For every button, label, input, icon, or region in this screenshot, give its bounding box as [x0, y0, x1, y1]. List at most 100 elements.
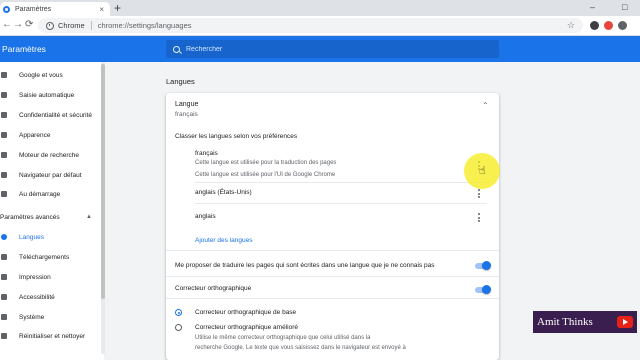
divider	[166, 298, 499, 299]
omnibox-chrome-label: Chrome	[58, 21, 85, 30]
wrench-icon	[1, 314, 7, 320]
spellcheck-toggle[interactable]	[475, 285, 491, 294]
radio-description: Utilise le même correcteur orthographiqu…	[195, 335, 371, 341]
card-title: Langue	[175, 101, 199, 108]
search-icon	[173, 45, 180, 53]
palette-icon	[1, 132, 7, 138]
back-button[interactable]: ←	[2, 18, 12, 32]
profile-avatar[interactable]	[618, 21, 627, 30]
language-name: anglais (États-Unis)	[195, 189, 252, 196]
new-tab-button[interactable]: +	[114, 1, 121, 15]
sidebar-advanced-label: Paramètres avancés	[0, 213, 60, 221]
sidebar-item-accessibility[interactable]: Accessibilité	[0, 290, 104, 304]
settings-favicon-icon	[3, 5, 10, 13]
add-languages-button[interactable]: Ajouter des langues	[195, 237, 252, 244]
languages-card: Langue français ⌃ Classer les langues se…	[166, 93, 499, 360]
radio-label: Correcteur orthographique amélioré	[195, 324, 298, 331]
reset-icon	[1, 333, 7, 339]
search-icon	[1, 152, 7, 158]
more-options-icon[interactable]	[478, 189, 480, 200]
tab-title: Paramètres	[15, 5, 52, 13]
globe-icon	[1, 234, 7, 240]
sidebar-item-search-engine[interactable]: Moteur de recherche	[0, 148, 104, 162]
youtube-play-icon	[617, 316, 633, 328]
chevron-up-icon[interactable]: ⌃	[482, 101, 489, 110]
section-title: Langues	[166, 77, 195, 86]
scrollbar-thumb[interactable]	[101, 64, 105, 299]
forward-button[interactable]: →	[13, 18, 23, 32]
sidebar-item-appearance[interactable]: Apparence	[0, 128, 104, 142]
radio-label: Correcteur orthographique de base	[195, 309, 297, 316]
current-language: français	[175, 111, 198, 118]
tab-settings[interactable]: Paramètres ×	[0, 2, 110, 16]
sidebar-item-reset[interactable]: Réinitialiser et nettoyer	[0, 329, 104, 343]
tab-strip: Paramètres × + – □	[0, 0, 640, 16]
sidebar-item-label: Google et vous	[19, 71, 63, 79]
sidebar-advanced-toggle[interactable]: Paramètres avancés ▲	[0, 210, 104, 224]
tab-close-icon[interactable]: ×	[99, 5, 104, 14]
sidebar-item-label: Langues	[19, 233, 44, 241]
sidebar-item-system[interactable]: Système	[0, 310, 104, 324]
sidebar-item-label: Accessibilité	[19, 293, 55, 301]
divider	[195, 182, 487, 183]
sidebar-item-label: Navigateur par défaut	[19, 171, 82, 179]
sidebar-item-label: Système	[19, 313, 45, 321]
settings-search[interactable]	[166, 40, 499, 58]
sidebar-item-label: Impression	[19, 273, 51, 281]
printer-icon	[1, 274, 7, 280]
browser-toolbar: ← → ⟳ Chrome chrome://settings/languages…	[0, 16, 640, 36]
sidebar-item-google[interactable]: Google et vous	[0, 68, 104, 82]
translate-offer-toggle[interactable]	[475, 261, 491, 270]
divider	[166, 250, 499, 251]
sidebar-item-label: Apparence	[19, 131, 51, 139]
radio-description: recherche Google. Le texte que vous sais…	[195, 345, 406, 351]
sidebar-item-startup[interactable]: Au démarrage	[0, 187, 104, 201]
divider	[166, 276, 499, 277]
sidebar-item-label: Confidentialité et sécurité	[19, 111, 92, 119]
sidebar-item-autofill[interactable]: Saisie automatique	[0, 88, 104, 102]
sidebar-item-privacy[interactable]: Confidentialité et sécurité	[0, 108, 104, 122]
enhanced-spellcheck-radio[interactable]	[175, 324, 182, 331]
bookmark-star-icon[interactable]: ☆	[567, 20, 575, 31]
clipboard-icon	[1, 92, 7, 98]
sort-languages-label: Classer les langues selon vos préférence…	[175, 133, 298, 140]
basic-spellcheck-radio[interactable]	[175, 309, 182, 316]
hand-cursor-icon: ☝	[479, 165, 486, 177]
sidebar-item-printing[interactable]: Impression	[0, 270, 104, 284]
sidebar-item-label: Au démarrage	[19, 190, 61, 198]
person-icon	[1, 72, 7, 78]
accessibility-icon	[1, 294, 7, 300]
maximize-button[interactable]: □	[622, 0, 627, 14]
reload-button[interactable]: ⟳	[25, 18, 33, 32]
sidebar-item-label: Saisie automatique	[19, 91, 75, 99]
sidebar-item-downloads[interactable]: Téléchargements	[0, 250, 104, 264]
translate-offer-label: Me proposer de traduire les pages qui so…	[175, 262, 435, 269]
sidebar-item-default-browser[interactable]: Navigateur par défaut	[0, 168, 104, 182]
page-title: Paramètres	[2, 44, 46, 54]
divider	[195, 203, 487, 204]
extension-icon[interactable]	[590, 21, 599, 30]
language-name: français	[195, 150, 218, 157]
search-input[interactable]	[186, 45, 486, 53]
sidebar-item-languages[interactable]: Langues	[0, 230, 104, 244]
sidebar-item-label: Téléchargements	[19, 253, 70, 261]
watermark-text: Amit Thinks	[537, 316, 593, 328]
power-icon	[1, 191, 7, 197]
minimize-button[interactable]: –	[590, 0, 595, 14]
url-text[interactable]: chrome://settings/languages	[98, 21, 567, 30]
sidebar-scrollbar[interactable]	[101, 62, 105, 354]
download-icon	[1, 254, 7, 260]
more-options-icon[interactable]	[478, 213, 480, 224]
sidebar-item-label: Moteur de recherche	[19, 151, 79, 159]
channel-watermark: Amit Thinks	[533, 311, 637, 333]
sidebar: Google et vous Saisie automatique Confid…	[0, 62, 104, 360]
language-note: Cette langue est utilisée pour la traduc…	[195, 160, 337, 166]
chevron-up-icon: ▲	[86, 214, 92, 220]
spellcheck-label: Correcteur orthographique	[175, 285, 252, 292]
omnibox[interactable]: Chrome chrome://settings/languages ☆	[38, 18, 583, 33]
language-note: Cette langue est utilisée pour l'UI de G…	[195, 172, 336, 178]
omnibox-separator	[90, 21, 92, 30]
extension-icon[interactable]	[604, 21, 613, 30]
info-icon[interactable]	[46, 21, 54, 30]
browser-icon	[1, 172, 7, 178]
